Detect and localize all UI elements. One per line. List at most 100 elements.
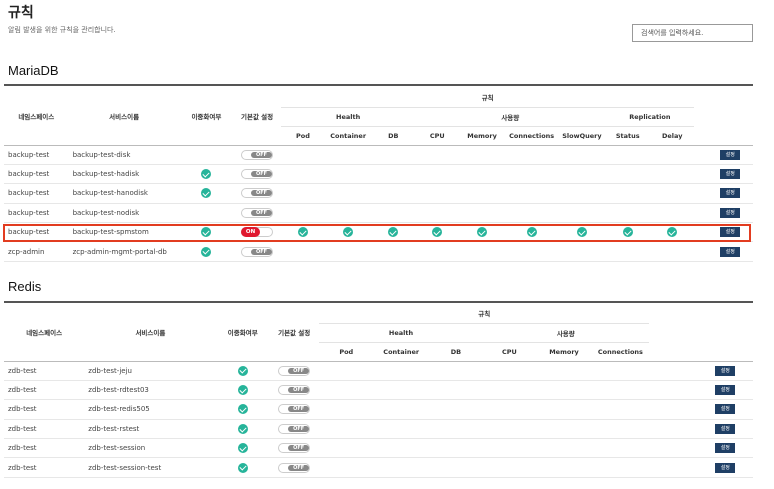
settings-button[interactable]: 설정 (715, 385, 736, 396)
action-cell: 설정 (697, 457, 753, 478)
default-setting-toggle[interactable]: OFF (241, 169, 274, 180)
rule-cell-slowquery (558, 222, 606, 243)
rule-cell-db (371, 222, 416, 243)
spacer-cell (649, 457, 698, 478)
table-row: backup-test backup-test-hadisk OFF 설정 (4, 164, 753, 185)
col-default-setting: 기본값 설정 (268, 304, 320, 362)
default-setting-toggle[interactable]: OFF (278, 423, 311, 434)
col-redundancy: 이중화여부 (216, 304, 269, 362)
check-circle-icon (237, 404, 248, 415)
settings-button[interactable]: 설정 (720, 149, 741, 160)
rule-cell-delay (650, 183, 695, 204)
col-rule-delay: Delay (650, 126, 695, 146)
service-name-cell: backup-test-hanodisk (68, 183, 180, 204)
default-setting-cell: ON (233, 222, 281, 243)
check-circle-icon (201, 169, 212, 180)
col-health: Health (280, 107, 416, 127)
action-cell: 설정 (697, 438, 753, 459)
default-setting-toggle[interactable]: OFF (241, 188, 274, 199)
default-setting-toggle[interactable]: OFF (241, 207, 274, 218)
settings-button[interactable]: 설정 (720, 188, 741, 199)
settings-button[interactable]: 설정 (720, 227, 741, 238)
col-namespace: 네임스페이스 (4, 304, 85, 362)
check-circle-icon (237, 462, 248, 473)
search-input[interactable] (632, 24, 753, 42)
rule-cell-pod (319, 399, 374, 420)
rule-cell-connections (504, 164, 559, 185)
check-circle-icon (388, 227, 399, 238)
default-setting-toggle[interactable]: OFF (241, 149, 274, 160)
default-setting-toggle[interactable]: OFF (278, 404, 311, 415)
rule-cell-connections (591, 457, 650, 478)
spacer-cell (694, 222, 708, 243)
rule-cell-connections (504, 145, 559, 165)
table-row: zcp-admin zcp-admin-mgmt-portal-db OFF 설정 (4, 241, 753, 262)
redis-rules-table: 네임스페이스 서비스이름 이중화여부 기본값 설정 규칙 Health 사용량 … (4, 304, 753, 478)
check-circle-icon (297, 227, 308, 238)
settings-button[interactable]: 설정 (720, 246, 741, 257)
namespace-cell: backup-test (4, 145, 69, 165)
col-rule-memory: Memory (459, 126, 505, 146)
rule-cell-pod (280, 145, 325, 165)
service-name-cell: zdb-test-rdtest03 (84, 380, 217, 401)
default-setting-toggle[interactable]: OFF (278, 462, 311, 473)
settings-button[interactable]: 설정 (720, 169, 741, 180)
rule-cell-connections (504, 203, 559, 224)
rule-cell-pod (280, 222, 325, 243)
redis-section-divider (4, 301, 753, 303)
spacer-cell (694, 145, 708, 165)
default-setting-cell: OFF (268, 380, 320, 401)
redundancy-cell (216, 438, 269, 459)
col-rule-container: Container (324, 126, 372, 146)
service-name-cell: backup-test-hadisk (68, 164, 180, 185)
namespace-cell: zdb-test (4, 399, 85, 420)
rule-cell-pod (319, 457, 374, 478)
redundancy-cell (179, 222, 234, 243)
default-setting-cell: OFF (268, 361, 320, 381)
namespace-cell: zdb-test (4, 438, 85, 459)
toggle-label: OFF (251, 248, 273, 255)
rule-cell-status (605, 164, 651, 185)
toggle-label: OFF (288, 387, 310, 394)
rule-cell-container (324, 145, 372, 165)
settings-button[interactable]: 설정 (715, 443, 736, 454)
namespace-cell: zdb-test (4, 380, 85, 401)
toggle-label: OFF (251, 151, 273, 158)
default-setting-toggle[interactable]: OFF (278, 365, 311, 376)
col-replication: Replication (605, 107, 695, 127)
default-setting-toggle[interactable]: ON (241, 227, 274, 238)
col-rule-connections: Connections (591, 342, 650, 362)
spacer-cell (649, 361, 698, 381)
settings-button[interactable]: 설정 (715, 462, 736, 473)
default-setting-cell: OFF (233, 203, 281, 224)
action-cell: 설정 (707, 145, 753, 165)
action-cell: 설정 (707, 203, 753, 224)
settings-button[interactable]: 설정 (715, 423, 736, 434)
rule-cell-container (373, 399, 430, 420)
spacer-cell (649, 399, 698, 420)
spacer-cell (694, 183, 708, 204)
rule-cell-pod (319, 361, 374, 381)
rule-cell-status (605, 241, 651, 262)
redundancy-cell (216, 380, 269, 401)
rule-cell-container (373, 380, 430, 401)
check-circle-icon (477, 227, 488, 238)
default-setting-toggle[interactable]: OFF (278, 443, 311, 454)
settings-button[interactable]: 설정 (715, 404, 736, 415)
settings-button[interactable]: 설정 (720, 207, 741, 218)
service-name-cell: zdb-test-session-test (84, 457, 217, 478)
rule-cell-container (324, 222, 372, 243)
rule-cell-pod (280, 241, 325, 262)
col-rule-pod: Pod (280, 126, 325, 146)
action-cell: 설정 (697, 380, 753, 401)
action-cell: 설정 (697, 361, 753, 381)
default-setting-toggle[interactable]: OFF (241, 246, 274, 257)
rule-cell-delay (650, 222, 695, 243)
rule-cell-pod (280, 183, 325, 204)
rule-cell-memory (459, 183, 505, 204)
default-setting-cell: OFF (268, 457, 320, 478)
default-setting-toggle[interactable]: OFF (278, 385, 311, 396)
rule-cell-slowquery (558, 203, 606, 224)
redundancy-cell (216, 419, 269, 440)
settings-button[interactable]: 설정 (715, 365, 736, 376)
